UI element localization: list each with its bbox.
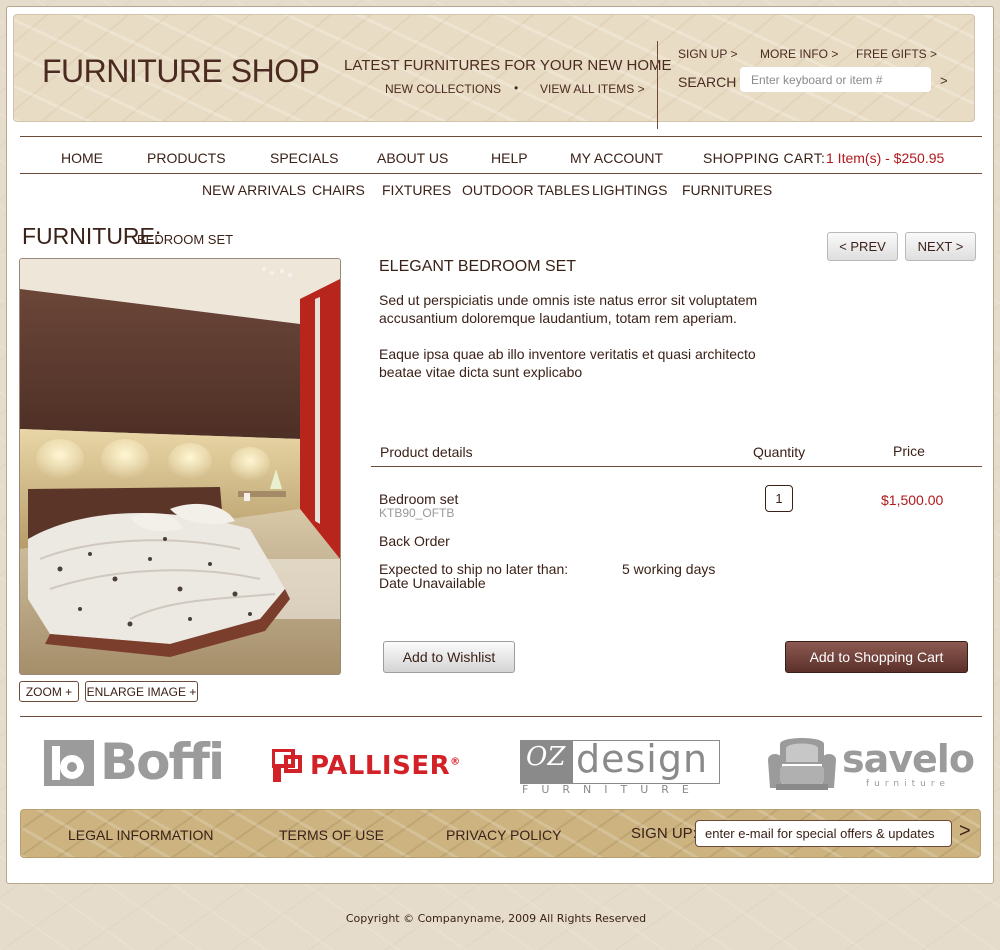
table-header-divider [371, 466, 982, 467]
date-unavailable: Date Unavailable [379, 575, 486, 591]
nav-mid-border [20, 173, 982, 174]
item-name: Bedroom set [379, 491, 459, 507]
subnav-outdoor-tables[interactable]: OUTDOOR TABLES [462, 182, 590, 198]
boffi-mark-icon [44, 740, 94, 786]
nav-help[interactable]: HELP [491, 150, 528, 166]
site-logo[interactable]: FURNITURE SHOP [42, 53, 320, 90]
next-button[interactable]: NEXT > [905, 232, 976, 261]
shopping-cart-label[interactable]: SHOPPING CART: [703, 150, 825, 166]
quantity-input[interactable] [765, 485, 793, 512]
header-bullet: • [514, 81, 519, 95]
add-to-cart-button[interactable]: Add to Shopping Cart [785, 641, 968, 673]
prev-button[interactable]: < PREV [827, 232, 898, 261]
nav-specials[interactable]: SPECIALS [270, 150, 338, 166]
nav-my-account[interactable]: MY ACCOUNT [570, 150, 663, 166]
item-price: $1,500.00 [881, 492, 944, 508]
header-divider [657, 41, 658, 129]
sign-up-link[interactable]: SIGN UP > [678, 47, 737, 61]
bedroom-photo [20, 259, 340, 674]
enlarge-image-button[interactable]: ENLARGE IMAGE + [85, 681, 198, 702]
oz-design-wordmark: design [576, 737, 709, 781]
stock-status: Back Order [379, 533, 450, 549]
nav-top-border [20, 136, 982, 137]
search-submit-arrow[interactable]: > [940, 73, 948, 88]
item-sku: KTB90_OFTB [379, 506, 455, 520]
newsletter-email-input[interactable] [695, 820, 952, 847]
new-collections-link[interactable]: NEW COLLECTIONS [385, 82, 501, 96]
free-gifts-link[interactable]: FREE GIFTS > [856, 47, 937, 61]
header-tagline: LATEST FURNITURES FOR YOUR NEW HOME [344, 57, 672, 74]
header-price: Price [893, 443, 925, 459]
header-quantity: Quantity [753, 444, 806, 460]
more-info-link[interactable]: MORE INFO > [760, 47, 838, 61]
nav-products[interactable]: PRODUCTS [147, 150, 226, 166]
armchair-icon [768, 738, 836, 790]
savelo-wordmark: savelo [842, 737, 975, 781]
product-description-2-line-2: beatae vitae dicta sunt explicabo [379, 364, 583, 380]
copyright-text: Copyright © Companyname, 2009 All Rights… [345, 912, 647, 925]
nav-home[interactable]: HOME [61, 150, 103, 166]
oz-furniture-wordmark: FURNITURE [522, 783, 702, 796]
palliser-mark-icon [272, 749, 302, 782]
add-to-wishlist-button[interactable]: Add to Wishlist [383, 641, 515, 673]
ship-value: 5 working days [622, 561, 716, 577]
newsletter-submit-arrow[interactable]: > [959, 820, 971, 843]
zoom-button[interactable]: ZOOM + [19, 681, 79, 702]
category-subtitle: BEDROOM SET [137, 232, 234, 247]
brands-divider [20, 716, 982, 717]
shopping-cart-summary[interactable]: 1 Item(s) - $250.95 [826, 150, 944, 166]
product-description-2-line-1: Eaque ipsa quae ab illo inventore verita… [379, 346, 756, 362]
subnav-chairs[interactable]: CHAIRS [312, 182, 365, 198]
footer-legal-information[interactable]: LEGAL INFORMATION [68, 827, 213, 843]
subnav-fixtures[interactable]: FIXTURES [382, 182, 451, 198]
view-all-items-link[interactable]: VIEW ALL ITEMS > [540, 82, 645, 96]
savelo-subtitle: furniture [866, 779, 950, 789]
newsletter-signup-label: SIGN UP: [631, 825, 697, 842]
oz-script: OZ [526, 742, 566, 772]
header-product-details: Product details [380, 444, 473, 460]
boffi-wordmark: Boffi [100, 733, 225, 791]
subnav-new-arrivals[interactable]: NEW ARRIVALS [202, 182, 306, 198]
product-title: ELEGANT BEDROOM SET [379, 258, 577, 275]
subnav-furnitures[interactable]: FURNITURES [682, 182, 772, 198]
footer-terms-of-use[interactable]: TERMS OF USE [279, 827, 384, 843]
search-input[interactable] [740, 67, 931, 92]
search-label: SEARCH [678, 74, 737, 90]
subnav-lightings[interactable]: LIGHTINGS [592, 182, 667, 198]
nav-about-us[interactable]: ABOUT US [377, 150, 448, 166]
product-image[interactable] [19, 258, 341, 675]
footer-privacy-policy[interactable]: PRIVACY POLICY [446, 827, 561, 843]
header-banner: FURNITURE SHOP LATEST FURNITURES FOR YOU… [13, 14, 975, 129]
product-description-1-line-1: Sed ut perspiciatis unde omnis iste natu… [379, 292, 758, 308]
product-description-1-line-2: accusantium doloremque laudantium, totam… [379, 310, 737, 326]
palliser-wordmark: PALLISER® [310, 751, 461, 781]
